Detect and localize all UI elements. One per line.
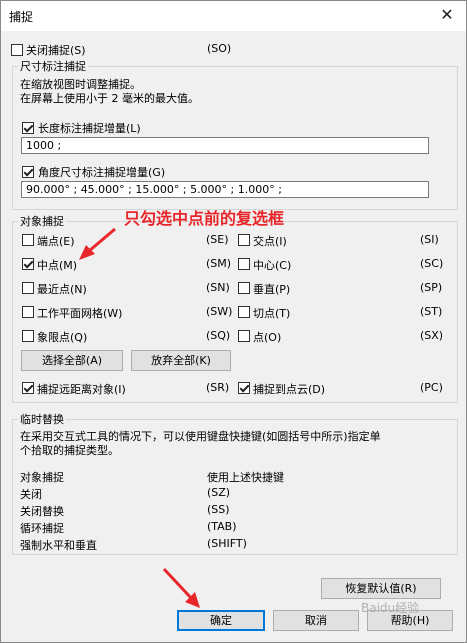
annotation-arrows <box>79 227 200 608</box>
arrow-to-midpoint-icon <box>79 227 116 260</box>
arrow-to-ok-icon <box>162 567 200 608</box>
snap-dialog: 捕捉 ✕ 关闭捕捉(S) (SO) 尺寸标注捕捉 在缩放视图时调整捕捉。 在屏幕… <box>0 0 467 643</box>
